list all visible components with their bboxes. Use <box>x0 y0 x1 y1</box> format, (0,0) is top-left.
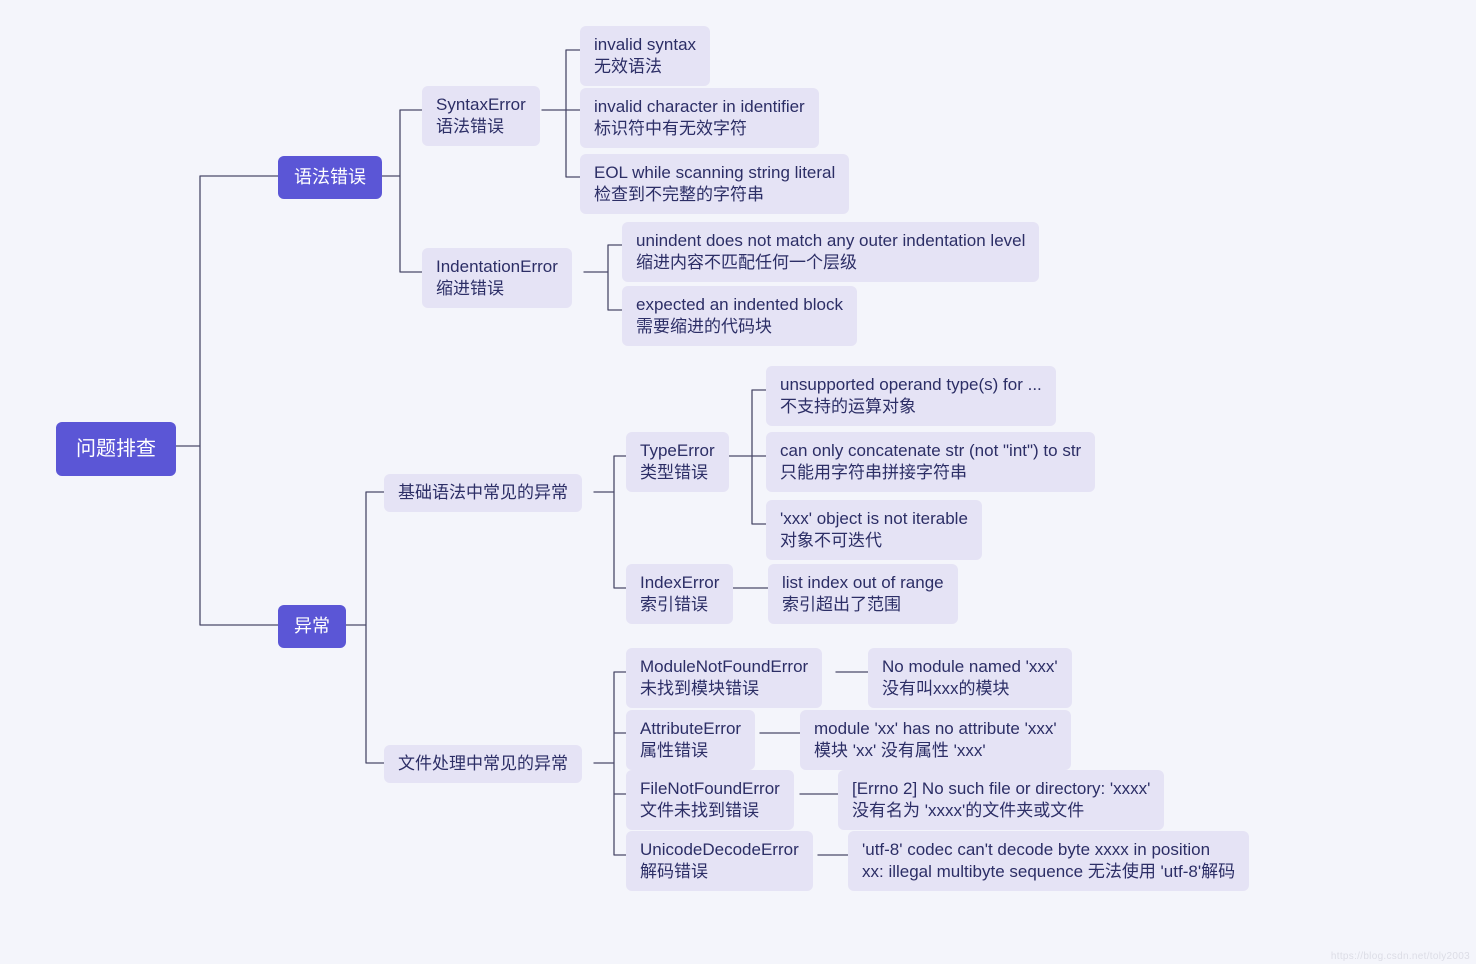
text: 只能用字符串拼接字符串 <box>780 462 1081 484</box>
node-unicodedecode[interactable]: UnicodeDecodeError 解码错误 <box>626 831 813 891</box>
text: 文件处理中常见的异常 <box>398 753 568 775</box>
text: 索引超出了范围 <box>782 594 944 616</box>
node-expected-indent[interactable]: expected an indented block 需要缩进的代码块 <box>622 286 857 346</box>
text: 解码错误 <box>640 861 799 883</box>
text: can only concatenate str (not "int") to … <box>780 440 1081 462</box>
category-exception[interactable]: 异常 <box>278 605 346 648</box>
text: 类型错误 <box>640 462 715 484</box>
node-not-iterable[interactable]: 'xxx' object is not iterable 对象不可迭代 <box>766 500 982 560</box>
text: UnicodeDecodeError <box>640 839 799 861</box>
node-utf8-decode[interactable]: 'utf-8' codec can't decode byte xxxx in … <box>848 831 1249 891</box>
category-syntax[interactable]: 语法错误 <box>278 156 382 199</box>
node-typeerror[interactable]: TypeError 类型错误 <box>626 432 729 492</box>
watermark-text: https://blog.csdn.net/toly2003 <box>1331 951 1470 962</box>
node-eol-string[interactable]: EOL while scanning string literal 检查到不完整… <box>580 154 849 214</box>
text: 文件未找到错误 <box>640 800 780 822</box>
text: expected an indented block <box>636 294 843 316</box>
text: ModuleNotFoundError <box>640 656 808 678</box>
text: invalid character in identifier <box>594 96 805 118</box>
text: unindent does not match any outer indent… <box>636 230 1025 252</box>
text: TypeError <box>640 440 715 462</box>
node-file-exceptions[interactable]: 文件处理中常见的异常 <box>384 745 582 783</box>
node-modulenotfound[interactable]: ModuleNotFoundError 未找到模块错误 <box>626 648 822 708</box>
text: invalid syntax <box>594 34 696 56</box>
text: 缩进内容不匹配任何一个层级 <box>636 252 1025 274</box>
text: 检查到不完整的字符串 <box>594 184 835 206</box>
node-unindent[interactable]: unindent does not match any outer indent… <box>622 222 1039 282</box>
category-syntax-label: 语法错误 <box>294 166 366 189</box>
node-no-module[interactable]: No module named 'xxx' 没有叫xxx的模块 <box>868 648 1072 708</box>
text: 未找到模块错误 <box>640 678 808 700</box>
text: [Errno 2] No such file or directory: 'xx… <box>852 778 1150 800</box>
text: 标识符中有无效字符 <box>594 118 805 140</box>
node-concat-str[interactable]: can only concatenate str (not "int") to … <box>766 432 1095 492</box>
text: 需要缩进的代码块 <box>636 316 843 338</box>
text: EOL while scanning string literal <box>594 162 835 184</box>
text: module 'xx' has no attribute 'xxx' <box>814 718 1057 740</box>
text: unsupported operand type(s) for ... <box>780 374 1042 396</box>
text: 'xxx' object is not iterable <box>780 508 968 530</box>
node-no-attribute[interactable]: module 'xx' has no attribute 'xxx' 模块 'x… <box>800 710 1071 770</box>
text: IndentationError <box>436 256 558 278</box>
text: 基础语法中常见的异常 <box>398 482 568 504</box>
text: AttributeError <box>640 718 741 740</box>
node-unsupported-operand[interactable]: unsupported operand type(s) for ... 不支持的… <box>766 366 1056 426</box>
category-exception-label: 异常 <box>294 615 330 638</box>
text: list index out of range <box>782 572 944 594</box>
node-filenotfound[interactable]: FileNotFoundError 文件未找到错误 <box>626 770 794 830</box>
node-indexerror[interactable]: IndexError 索引错误 <box>626 564 733 624</box>
node-errno2[interactable]: [Errno 2] No such file or directory: 'xx… <box>838 770 1164 830</box>
text: IndexError <box>640 572 719 594</box>
text: 索引错误 <box>640 594 719 616</box>
text: FileNotFoundError <box>640 778 780 800</box>
node-invalid-syntax[interactable]: invalid syntax 无效语法 <box>580 26 710 86</box>
text: xx: illegal multibyte sequence 无法使用 'utf… <box>862 861 1235 883</box>
text: 不支持的运算对象 <box>780 396 1042 418</box>
text: 模块 'xx' 没有属性 'xxx' <box>814 740 1057 762</box>
node-invalid-char[interactable]: invalid character in identifier 标识符中有无效字… <box>580 88 819 148</box>
node-attributeerror[interactable]: AttributeError 属性错误 <box>626 710 755 770</box>
text: 'utf-8' codec can't decode byte xxxx in … <box>862 839 1235 861</box>
text: 对象不可迭代 <box>780 530 968 552</box>
node-basic-exceptions[interactable]: 基础语法中常见的异常 <box>384 474 582 512</box>
root-label: 问题排查 <box>76 436 156 462</box>
node-indentationerror[interactable]: IndentationError 缩进错误 <box>422 248 572 308</box>
text: 语法错误 <box>436 116 526 138</box>
node-syntaxerror[interactable]: SyntaxError 语法错误 <box>422 86 540 146</box>
node-list-index[interactable]: list index out of range 索引超出了范围 <box>768 564 958 624</box>
root-node[interactable]: 问题排查 <box>56 422 176 476</box>
text: 没有名为 'xxxx'的文件夹或文件 <box>852 800 1150 822</box>
text: SyntaxError <box>436 94 526 116</box>
text: 没有叫xxx的模块 <box>882 678 1058 700</box>
text: 缩进错误 <box>436 278 558 300</box>
text: 无效语法 <box>594 56 696 78</box>
text: 属性错误 <box>640 740 741 762</box>
text: No module named 'xxx' <box>882 656 1058 678</box>
